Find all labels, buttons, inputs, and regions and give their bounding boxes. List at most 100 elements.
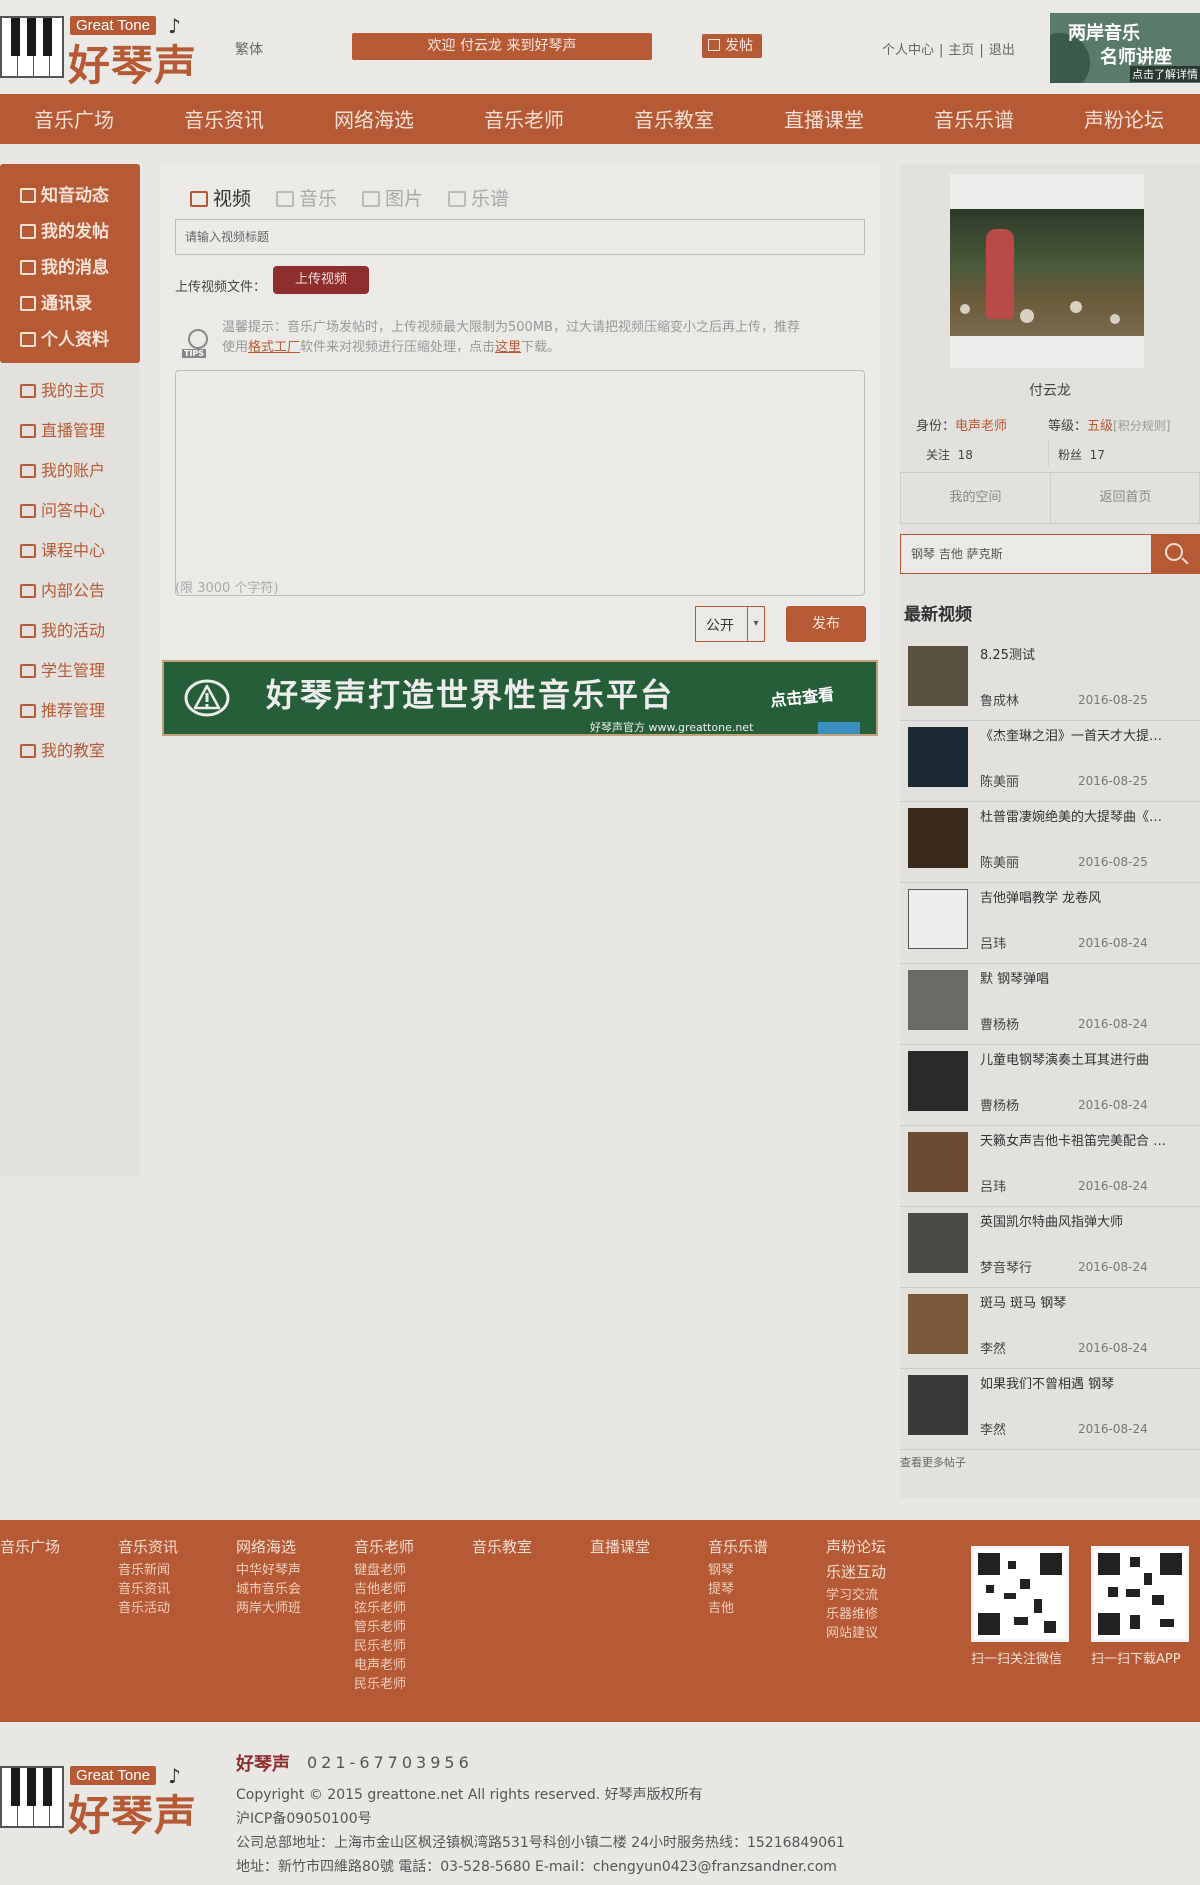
nav-music-teacher[interactable]: 音乐老师: [484, 94, 564, 144]
video-thumbnail[interactable]: [908, 1294, 968, 1354]
avatar[interactable]: [950, 174, 1144, 368]
document-icon: [20, 224, 36, 239]
back-home-button[interactable]: 返回首页: [1051, 473, 1200, 523]
logout-link[interactable]: 退出: [989, 43, 1015, 58]
video-thumbnail[interactable]: [908, 808, 968, 868]
content-textarea[interactable]: [175, 370, 865, 596]
nav-live-class[interactable]: 直播课堂: [784, 94, 864, 144]
personal-center-link[interactable]: 个人中心: [882, 43, 934, 58]
notice-icon: [20, 584, 36, 598]
publish-button[interactable]: 发布: [786, 606, 866, 642]
promo-banner[interactable]: 好琴声打造世界性音乐平台 好琴声官方 www.greattone.net 点击查…: [162, 660, 878, 736]
video-thumbnail[interactable]: [908, 727, 968, 787]
piano-logo-icon: [0, 16, 64, 78]
profile-identity: 身份：电声老师: [916, 419, 1008, 434]
nav-music-square[interactable]: 音乐广场: [34, 94, 114, 144]
download-here-link[interactable]: 这里: [495, 340, 521, 355]
sidebar-item-students[interactable]: 学生管理: [0, 651, 140, 691]
level-rule-link[interactable]: [积分规则]: [1113, 419, 1170, 433]
sidebar-item-contacts[interactable]: 通讯录: [0, 286, 140, 322]
nav-music-news[interactable]: 音乐资讯: [184, 94, 264, 144]
edit-icon: [708, 39, 720, 51]
list-item[interactable]: 8.25测试 鲁成林 2016-08-25: [900, 640, 1200, 721]
contacts-icon: [20, 296, 36, 311]
qa-icon: [20, 504, 36, 518]
video-thumbnail[interactable]: [908, 1375, 968, 1435]
copyright: Copyright © 2015 greattone.net All right…: [236, 1787, 703, 1803]
gift-icon: [20, 624, 36, 638]
footer: 音乐广场 音乐资讯 音乐新闻 音乐资讯 音乐活动 网络海选 中华好琴声 城市音乐会 两岸大师…: [0, 1520, 1200, 1722]
upload-tips: 温馨提示：音乐广场发帖时，上传视频最大限制为500MB，过大请把视频压缩变小之后…: [222, 320, 800, 355]
avatar-photo: [950, 209, 1144, 336]
video-thumbnail[interactable]: [908, 1051, 968, 1111]
list-item[interactable]: 如果我们不曾相遇 钢琴 李然 2016-08-24: [900, 1369, 1200, 1450]
nav-music-classroom[interactable]: 音乐教室: [634, 94, 714, 144]
music-icon: [276, 191, 294, 207]
list-item[interactable]: 《杰奎琳之泪》一首天才大提… 陈美丽 2016-08-25: [900, 721, 1200, 802]
sidebar-item-account[interactable]: 我的账户: [0, 451, 140, 491]
right-panel: 付云龙 身份：电声老师 等级：五级[积分规则] 关注 18 粉丝 17 我的空间…: [900, 164, 1200, 1498]
video-thumbnail[interactable]: [908, 889, 968, 949]
list-item[interactable]: 杜普雷凄婉绝美的大提琴曲《… 陈美丽 2016-08-25: [900, 802, 1200, 883]
sidebar-item-live-manage[interactable]: 直播管理: [0, 411, 140, 451]
sidebar-item-courses[interactable]: 课程中心: [0, 531, 140, 571]
footer-col: 音乐乐谱 钢琴 提琴 吉他: [708, 1538, 769, 1616]
tips-icon: TIPS: [182, 327, 214, 359]
list-item[interactable]: 英国凯尔特曲风指弹大师 梦音琴行 2016-08-24: [900, 1207, 1200, 1288]
nav-fan-forum[interactable]: 声粉论坛: [1084, 94, 1164, 144]
video-thumbnail[interactable]: [908, 1213, 968, 1273]
page: Great Tone 好琴声 ♪ 繁体 欢迎 付云龙 来到好琴声 发帖 个人中心…: [0, 0, 1200, 1885]
sidebar-item-home[interactable]: 我的主页: [0, 371, 140, 411]
warning-icon: [184, 679, 230, 717]
sidebar-item-profile[interactable]: 个人资料: [0, 322, 140, 358]
home-link[interactable]: 主页: [948, 43, 974, 58]
tab-score[interactable]: 乐谱: [448, 184, 509, 211]
lecture-ad[interactable]: 两岸音乐 名师讲座 点击了解详情: [1050, 13, 1200, 83]
site-logo[interactable]: Great Tone 好琴声 ♪: [0, 12, 200, 90]
tab-image[interactable]: 图片: [362, 184, 423, 211]
tab-video[interactable]: 视频: [190, 184, 251, 211]
site-info: Great Tone 好琴声 ♪ 好琴声 021-67703956 Copyri…: [0, 1722, 1200, 1885]
footer-logo: Great Tone 好琴声 ♪: [0, 1762, 200, 1840]
list-item[interactable]: 默 钢琴弹唱 曹杨杨 2016-08-24: [900, 964, 1200, 1045]
tab-music[interactable]: 音乐: [276, 184, 337, 211]
list-item[interactable]: 儿童电钢琴演奏土耳其进行曲 曹杨杨 2016-08-24: [900, 1045, 1200, 1126]
sidebar-item-recommend[interactable]: 推荐管理: [0, 691, 140, 731]
privacy-select[interactable]: 公开 ▾: [695, 606, 765, 642]
sidebar-item-messages[interactable]: 我的消息: [0, 250, 140, 286]
qr-app-label: 扫一扫下载APP: [1091, 1652, 1181, 1667]
music-note-icon: ♪: [168, 14, 181, 38]
sidebar-item-my-posts[interactable]: 我的发帖: [0, 214, 140, 250]
monitor-icon: [20, 384, 36, 398]
video-thumbnail[interactable]: [908, 1132, 968, 1192]
list-item[interactable]: 吉他弹唱教学 龙卷风 吕玮 2016-08-24: [900, 883, 1200, 964]
icp-number[interactable]: 沪ICP备09050100号: [236, 1808, 372, 1828]
sidebar-item-friend-feed[interactable]: 知音动态: [0, 178, 140, 214]
search-bar: 钢琴 吉他 萨克斯: [900, 534, 1200, 574]
search-input[interactable]: 钢琴 吉他 萨克斯: [900, 534, 1152, 574]
wechat-qr-code: [971, 1546, 1069, 1642]
search-button[interactable]: [1152, 534, 1200, 574]
list-item[interactable]: 天籁女声吉他卡祖笛完美配合 … 吕玮 2016-08-24: [900, 1126, 1200, 1207]
sidebar-item-activities[interactable]: 我的活动: [0, 611, 140, 651]
profile-level: 等级：五级[积分规则]: [1048, 419, 1171, 434]
nav-music-scores[interactable]: 音乐乐谱: [934, 94, 1014, 144]
profile-buttons: 我的空间 返回首页: [900, 472, 1200, 524]
video-thumbnail[interactable]: [908, 646, 968, 706]
sidebar-secondary: 我的主页 直播管理 我的账户 问答中心 课程中心 内部公告 我的活动 学生管理 …: [0, 371, 140, 771]
upload-video-button[interactable]: 上传视频: [273, 266, 369, 294]
sidebar-item-qa[interactable]: 问答中心: [0, 491, 140, 531]
format-factory-link[interactable]: 格式工厂: [248, 340, 300, 355]
video-title-input[interactable]: 请输入视频标题: [175, 219, 865, 255]
sidebar-item-notices[interactable]: 内部公告: [0, 571, 140, 611]
traditional-chinese-link[interactable]: 繁体: [235, 39, 263, 59]
app-qr-code: [1091, 1546, 1189, 1642]
list-item[interactable]: 斑马 斑马 钢琴 李然 2016-08-24: [900, 1288, 1200, 1369]
nav-online-audition[interactable]: 网络海选: [334, 94, 414, 144]
post-button[interactable]: 发帖: [702, 34, 762, 58]
more-posts-link[interactable]: 查看更多帖子: [900, 1454, 966, 1470]
video-thumbnail[interactable]: [908, 970, 968, 1030]
my-space-button[interactable]: 我的空间: [901, 473, 1050, 523]
sidebar-item-classroom[interactable]: 我的教室: [0, 731, 140, 771]
privacy-value: 公开: [706, 618, 734, 634]
